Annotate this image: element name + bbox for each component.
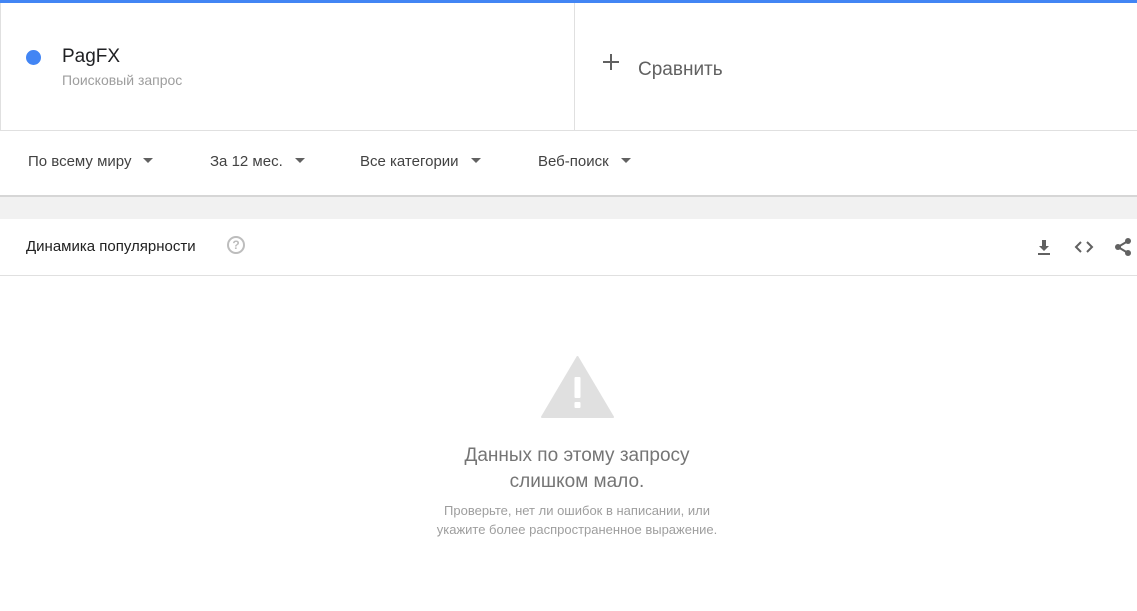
empty-hint-line1: Проверьте, нет ли ошибок в написании, ил… — [444, 503, 710, 518]
plus-icon — [602, 53, 620, 71]
dropdown-arrow-icon — [294, 157, 305, 163]
search-type-filter[interactable]: Веб-поиск — [538, 153, 631, 173]
term-type-label: Поисковый запрос — [62, 72, 183, 88]
period-filter[interactable]: За 12 мес. — [210, 153, 305, 173]
filter-bar: По всему миру За 12 мес. Все категории В… — [0, 131, 1137, 197]
empty-hint: Проверьте, нет ли ошибок в написании, ил… — [0, 501, 1137, 539]
warning-icon — [540, 355, 615, 419]
region-filter[interactable]: По всему миру — [28, 153, 154, 173]
empty-message-line2: слишком мало. — [509, 471, 645, 492]
embed-code-icon[interactable] — [1073, 236, 1095, 258]
category-filter[interactable]: Все категории — [360, 153, 481, 173]
trends-page: PagFX Поисковый запрос Сравнить По всему… — [0, 0, 1137, 611]
search-type-filter-label: Веб-поиск — [538, 153, 609, 170]
term-color-dot — [26, 50, 41, 65]
interest-over-time-card: Динамика популярности ? Данных по этому … — [0, 219, 1137, 611]
dropdown-arrow-icon — [143, 157, 154, 163]
search-term-card[interactable]: PagFX Поисковый запрос — [0, 3, 575, 130]
dropdown-arrow-icon — [620, 157, 631, 163]
empty-message: Данных по этому запросу слишком мало. — [0, 443, 1137, 495]
empty-message-line1: Данных по этому запросу — [464, 445, 690, 466]
search-terms-row: PagFX Поисковый запрос Сравнить — [0, 3, 1137, 131]
download-icon[interactable] — [1033, 236, 1055, 258]
dropdown-arrow-icon — [470, 157, 481, 163]
card-header: Динамика популярности ? — [0, 219, 1137, 276]
share-icon[interactable] — [1112, 236, 1134, 258]
region-filter-label: По всему миру — [28, 153, 132, 170]
compare-label: Сравнить — [638, 59, 723, 80]
category-filter-label: Все категории — [360, 153, 459, 170]
card-title: Динамика популярности — [26, 238, 196, 255]
empty-hint-line2: укажите более распространенное выражение… — [436, 522, 718, 537]
empty-state: Данных по этому запросу слишком мало. Пр… — [0, 275, 1137, 611]
compare-button[interactable]: Сравнить — [575, 3, 1137, 130]
period-filter-label: За 12 мес. — [210, 153, 283, 170]
help-circle-icon[interactable]: ? — [227, 236, 245, 254]
term-name: PagFX — [62, 46, 121, 67]
